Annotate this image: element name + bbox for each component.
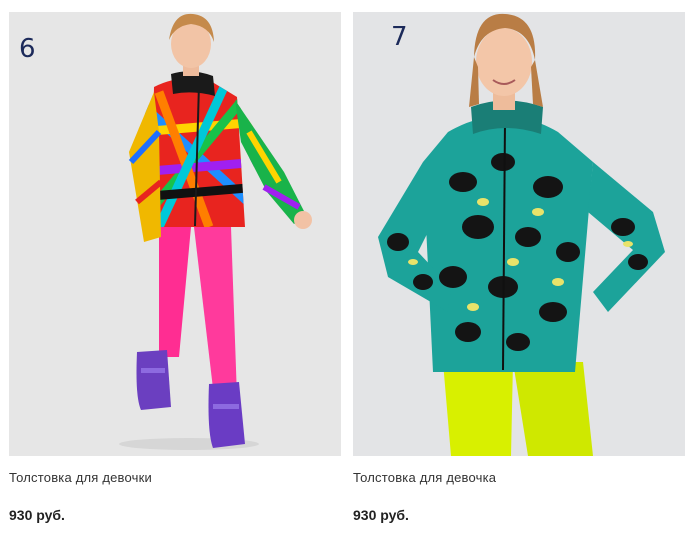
product-photo-1[interactable]: 6 (9, 12, 341, 456)
product-price-2: 930 руб. (353, 507, 409, 523)
product-card-1[interactable]: 6 Толстовка для девочки 930 руб. (9, 12, 341, 523)
product-card-2[interactable]: 7 Толстовка для девочка 930 руб. (353, 12, 685, 523)
product-image-2 (378, 13, 665, 456)
product-title-1[interactable]: Толстовка для девочки (9, 470, 341, 485)
product-title-2[interactable]: Толстовка для девочка (353, 470, 685, 485)
product-badge-1: 6 (19, 34, 36, 64)
product-badge-2: 7 (391, 22, 408, 52)
product-price-1: 930 руб. (9, 507, 65, 523)
product-image-1 (119, 13, 312, 450)
product-photo-2[interactable]: 7 (353, 12, 685, 456)
